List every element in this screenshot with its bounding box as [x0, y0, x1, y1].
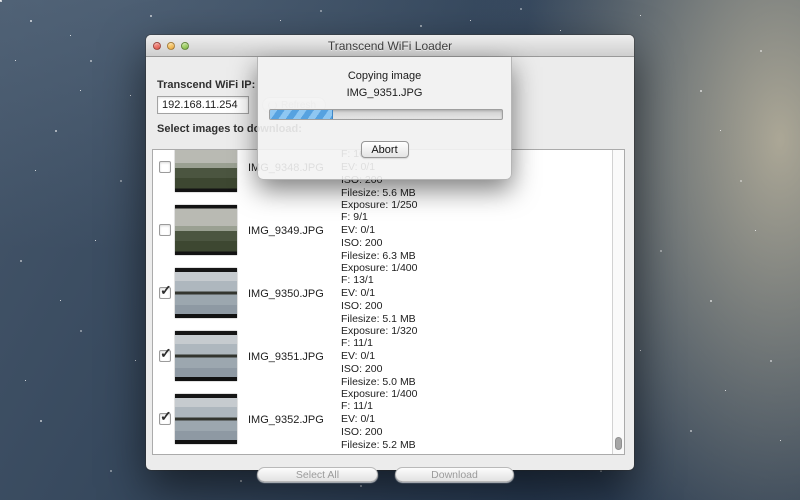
title-bar[interactable]: Transcend WiFi Loader — [146, 35, 634, 57]
exif-iso: ISO: 200 — [341, 237, 417, 250]
row-checkbox[interactable]: ✓ — [159, 350, 171, 362]
list-item[interactable]: ✓ IMG_9351.JPG Exposure: 1/320 F: 11/1 E… — [153, 325, 612, 388]
image-exif-details: Exposure: 1/320 F: 11/1 EV: 0/1 ISO: 200… — [341, 325, 417, 388]
exif-iso: ISO: 200 — [341, 426, 417, 439]
thumbnail — [175, 331, 237, 381]
row-checkbox[interactable]: ✓ — [159, 287, 171, 299]
select-all-button[interactable]: Select All — [257, 467, 378, 482]
image-list: ✓ IMG_9348.JPG Exposure: 1/250 F: 16/1 E… — [152, 149, 625, 455]
exif-iso: ISO: 200 — [341, 300, 417, 313]
exif-ev: EV: 0/1 — [341, 350, 417, 363]
image-exif-details: Exposure: 1/400 F: 11/1 EV: 0/1 ISO: 200… — [341, 388, 417, 451]
ip-label: Transcend WiFi IP: — [157, 79, 255, 91]
scrollbar-track[interactable] — [612, 150, 624, 454]
exif-iso: ISO: 200 — [341, 363, 417, 376]
image-exif-details: Exposure: 1/400 F: 13/1 EV: 0/1 ISO: 200… — [341, 262, 417, 325]
thumbnail — [175, 150, 237, 192]
checkmark-icon: ✓ — [160, 282, 172, 299]
thumbnail — [175, 205, 237, 255]
checkmark-icon: ✓ — [160, 345, 172, 362]
download-button[interactable]: Download — [395, 467, 514, 482]
copy-progress-dialog: Copying image IMG_9351.JPG Abort — [257, 57, 512, 180]
row-checkbox[interactable]: ✓ — [159, 161, 171, 173]
image-exif-details: Exposure: 1/250 F: 9/1 EV: 0/1 ISO: 200 … — [341, 199, 417, 262]
exif-ev: EV: 0/1 — [341, 413, 417, 426]
thumbnail — [175, 268, 237, 318]
dialog-filename: IMG_9351.JPG — [258, 87, 511, 99]
exif-exposure: Exposure: 1/250 — [341, 199, 417, 212]
checkmark-icon: ✓ — [160, 408, 172, 425]
image-filename: IMG_9352.JPG — [248, 414, 336, 426]
list-item[interactable]: ✓ IMG_9349.JPG Exposure: 1/250 F: 9/1 EV… — [153, 199, 612, 262]
app-window: Transcend WiFi Loader Transcend WiFi IP:… — [146, 35, 634, 470]
scrollbar-thumb[interactable] — [615, 437, 622, 450]
starfield — [0, 0, 1, 1]
abort-button[interactable]: Abort — [361, 141, 409, 158]
list-item[interactable]: ✓ IMG_9350.JPG Exposure: 1/400 F: 13/1 E… — [153, 262, 612, 325]
ip-input[interactable] — [157, 96, 249, 114]
list-item[interactable]: ✓ IMG_9352.JPG Exposure: 1/400 F: 11/1 E… — [153, 388, 612, 451]
dialog-title: Copying image — [258, 70, 511, 82]
exif-exposure: Exposure: 1/400 — [341, 388, 417, 401]
progress-fill — [270, 110, 333, 119]
image-filename: IMG_9351.JPG — [248, 351, 336, 363]
row-checkbox[interactable]: ✓ — [159, 413, 171, 425]
progress-bar — [269, 109, 503, 120]
window-title: Transcend WiFi Loader — [146, 39, 634, 53]
image-filename: IMG_9350.JPG — [248, 288, 336, 300]
exif-exposure: Exposure: 1/400 — [341, 262, 417, 275]
exif-filesize: Filesize: 5.2 MB — [341, 439, 417, 452]
exif-exposure: Exposure: 1/320 — [341, 325, 417, 338]
row-checkbox[interactable]: ✓ — [159, 224, 171, 236]
exif-fstop: F: 11/1 — [341, 337, 417, 350]
thumbnail — [175, 394, 237, 444]
exif-fstop: F: 13/1 — [341, 274, 417, 287]
image-filename: IMG_9349.JPG — [248, 225, 336, 237]
exif-ev: EV: 0/1 — [341, 224, 417, 237]
image-list-rows: ✓ IMG_9348.JPG Exposure: 1/250 F: 16/1 E… — [153, 150, 612, 454]
exif-fstop: F: 11/1 — [341, 400, 417, 413]
exif-ev: EV: 0/1 — [341, 287, 417, 300]
exif-fstop: F: 9/1 — [341, 211, 417, 224]
